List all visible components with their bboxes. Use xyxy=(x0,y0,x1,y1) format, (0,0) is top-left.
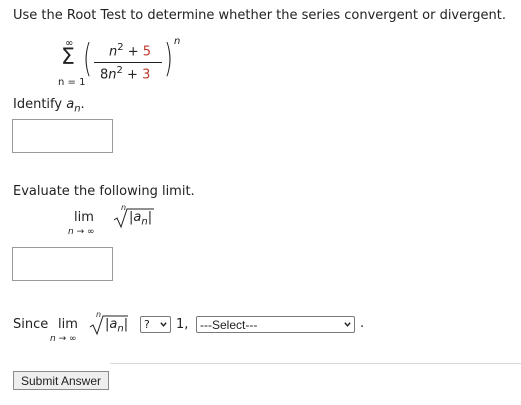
an-answer-box[interactable] xyxy=(12,119,113,153)
conclusion-period: . xyxy=(360,316,365,331)
comparison-select[interactable]: ? xyxy=(140,316,171,333)
evaluate-label: Evaluate the following limit. xyxy=(13,184,195,199)
outer-exponent: n xyxy=(174,36,181,47)
sigma-symbol: Σ xyxy=(61,45,75,70)
fraction-denominator: 8n2 + 3 xyxy=(100,65,151,83)
conclusion-select[interactable]: ---Select--- xyxy=(196,316,355,333)
lim-subscript: n → ∞ xyxy=(68,227,95,237)
one-label: 1, xyxy=(176,317,189,332)
sum-lower-limit: n = 1 xyxy=(58,77,86,88)
since-label: Since xyxy=(13,317,49,332)
fraction-numerator: n2 + 5 xyxy=(109,42,152,60)
series-expression: ∞ Σ n = 1 ( ) n2 + 5 8n2 + 3 n xyxy=(58,32,200,94)
left-paren: ( xyxy=(82,36,92,80)
limit-expression: lim n → ∞ n |an| xyxy=(68,203,168,238)
since-limit-expression: lim n → ∞ n |an| xyxy=(50,310,140,345)
chevron-down-icon xyxy=(344,322,351,327)
submit-answer-button[interactable]: Submit Answer xyxy=(13,371,109,390)
chevron-down-icon xyxy=(160,322,167,327)
abs-an: |an| xyxy=(129,210,153,228)
since-lim-text: lim xyxy=(58,317,78,332)
since-lim-subscript: n → ∞ xyxy=(50,334,77,344)
fraction-bar xyxy=(94,62,162,63)
identify-label: Identify an. xyxy=(13,97,85,115)
limit-answer-box[interactable] xyxy=(12,247,113,281)
divider xyxy=(110,363,521,364)
lim-text: lim xyxy=(74,210,94,225)
right-paren: ) xyxy=(163,36,173,80)
since-abs-an: |an| xyxy=(105,317,129,335)
question-instruction: Use the Root Test to determine whether t… xyxy=(13,8,506,23)
